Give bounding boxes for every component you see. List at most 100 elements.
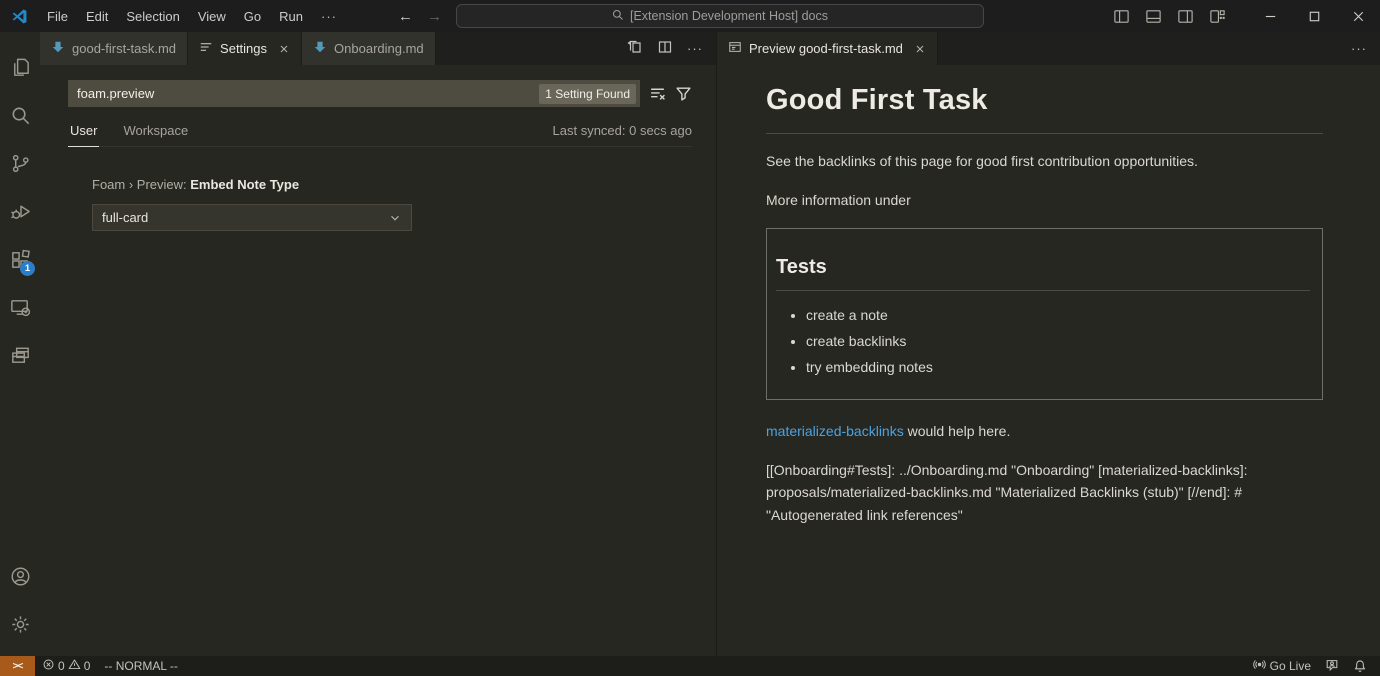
materialized-backlinks-link[interactable]: materialized-backlinks bbox=[766, 423, 904, 439]
embed-list: create a note create backlinks try embed… bbox=[776, 305, 1310, 378]
status-bar: >< 0 0 -- NORMAL -- Go Live bbox=[0, 656, 1380, 676]
preview-link-line: materialized-backlinks would help here. bbox=[766, 421, 1323, 442]
command-center-label: [Extension Development Host] docs bbox=[630, 9, 828, 23]
remote-icon: >< bbox=[13, 661, 23, 672]
notifications-bell-icon[interactable] bbox=[1346, 656, 1374, 676]
run-debug-icon[interactable] bbox=[0, 187, 40, 235]
status-bar-right: Go Live bbox=[1246, 656, 1380, 676]
remote-explorer-icon[interactable] bbox=[0, 283, 40, 331]
customize-layout-icon[interactable] bbox=[1209, 8, 1226, 25]
go-back-icon[interactable]: ← bbox=[398, 8, 413, 25]
preview-paragraph: See the backlinks of this page for good … bbox=[766, 151, 1323, 172]
setting-name: Embed Note Type bbox=[190, 177, 299, 192]
source-control-icon[interactable] bbox=[0, 139, 40, 187]
close-tab-icon[interactable] bbox=[914, 43, 926, 55]
windows-panel-icon[interactable] bbox=[0, 331, 40, 379]
maximize-button[interactable] bbox=[1292, 0, 1336, 32]
feedback-button[interactable] bbox=[1318, 656, 1346, 676]
settings-editor: foam.preview 1 Setting Found User Worksp… bbox=[40, 65, 716, 231]
list-item: create a note bbox=[806, 305, 1310, 326]
embedded-note-card: Tests create a note create backlinks try… bbox=[766, 228, 1323, 400]
accounts-icon[interactable] bbox=[0, 552, 40, 600]
remote-indicator[interactable]: >< bbox=[0, 656, 35, 676]
explorer-icon[interactable] bbox=[0, 43, 40, 91]
tab-preview-good-first-task[interactable]: Preview good-first-task.md bbox=[717, 32, 938, 65]
titlebar: File Edit Selection View Go Run ··· ← → … bbox=[0, 0, 1380, 32]
open-settings-json-icon[interactable] bbox=[627, 39, 643, 58]
settings-search-row: foam.preview 1 Setting Found bbox=[68, 80, 692, 107]
tab-label: Settings bbox=[220, 41, 267, 56]
filter-settings-icon[interactable] bbox=[675, 85, 692, 102]
problems-indicator[interactable]: 0 0 bbox=[35, 656, 97, 676]
minimize-button[interactable] bbox=[1248, 0, 1292, 32]
vscode-logo-icon bbox=[11, 8, 28, 25]
toggle-panel-icon[interactable] bbox=[1145, 8, 1162, 25]
right-editor-group: Preview good-first-task.md ··· Good Firs… bbox=[716, 32, 1380, 656]
clear-search-filters-icon[interactable] bbox=[649, 85, 666, 102]
command-center-search[interactable]: [Extension Development Host] docs bbox=[456, 4, 984, 28]
markdown-preview: Good First Task See the backlinks of thi… bbox=[717, 65, 1380, 526]
preview-paragraph: More information under bbox=[766, 190, 1323, 211]
search-view-icon[interactable] bbox=[0, 91, 40, 139]
last-synced-label: Last synced: 0 secs ago bbox=[553, 120, 692, 138]
extensions-badge: 1 bbox=[20, 261, 35, 276]
tab-label: Onboarding.md bbox=[334, 41, 424, 56]
right-editor-actions: ··· bbox=[1351, 32, 1380, 65]
markdown-preview-icon bbox=[728, 40, 742, 57]
close-window-button[interactable] bbox=[1336, 0, 1380, 32]
search-icon bbox=[612, 9, 624, 24]
tab-good-first-task[interactable]: good-first-task.md bbox=[40, 32, 188, 65]
list-item: create backlinks bbox=[806, 331, 1310, 352]
setting-embed-note-type: Foam › Preview: Embed Note Type full-car… bbox=[92, 177, 692, 231]
feedback-icon bbox=[1325, 658, 1339, 675]
history-nav: ← → bbox=[398, 0, 442, 32]
preview-title: Good First Task bbox=[766, 79, 1323, 134]
layout-controls bbox=[1113, 8, 1226, 25]
settings-search-input[interactable]: foam.preview 1 Setting Found bbox=[68, 80, 640, 107]
tab-label: Preview good-first-task.md bbox=[749, 41, 903, 56]
settings-gear-icon[interactable] bbox=[0, 600, 40, 648]
vim-mode-indicator[interactable]: -- NORMAL -- bbox=[97, 656, 185, 676]
embed-note-type-select[interactable]: full-card bbox=[92, 204, 412, 231]
scope-tab-workspace[interactable]: Workspace bbox=[121, 120, 190, 146]
menu-edit[interactable]: Edit bbox=[77, 9, 117, 24]
menu-more[interactable]: ··· bbox=[312, 9, 346, 24]
menu-file[interactable]: File bbox=[38, 9, 77, 24]
go-live-label: Go Live bbox=[1270, 659, 1311, 673]
settings-search-value: foam.preview bbox=[77, 86, 539, 101]
embed-heading: Tests bbox=[776, 252, 1310, 291]
setting-category: Foam › Preview: bbox=[92, 177, 190, 192]
tab-settings[interactable]: Settings bbox=[188, 32, 302, 65]
toggle-primary-sidebar-icon[interactable] bbox=[1113, 8, 1130, 25]
errors-icon bbox=[42, 658, 55, 674]
left-editor-actions: ··· bbox=[627, 32, 716, 65]
more-actions-icon[interactable]: ··· bbox=[1351, 41, 1367, 56]
link-references-text: [[Onboarding#Tests]: ../Onboarding.md "O… bbox=[766, 459, 1323, 527]
left-tab-bar: good-first-task.md Settings Onboarding.m… bbox=[40, 32, 716, 65]
markdown-file-icon bbox=[51, 40, 65, 57]
select-value: full-card bbox=[102, 210, 148, 225]
scope-tab-user[interactable]: User bbox=[68, 120, 99, 147]
menu-go[interactable]: Go bbox=[235, 9, 270, 24]
setting-label: Foam › Preview: Embed Note Type bbox=[92, 177, 692, 192]
window-controls bbox=[1113, 0, 1380, 32]
extensions-icon[interactable]: 1 bbox=[0, 235, 40, 283]
go-forward-icon[interactable]: → bbox=[427, 8, 442, 25]
menu-selection[interactable]: Selection bbox=[117, 9, 188, 24]
warnings-count: 0 bbox=[84, 659, 91, 673]
tab-onboarding[interactable]: Onboarding.md bbox=[302, 32, 436, 65]
broadcast-icon bbox=[1253, 658, 1266, 674]
menu-view[interactable]: View bbox=[189, 9, 235, 24]
left-editor-group: good-first-task.md Settings Onboarding.m… bbox=[40, 32, 716, 656]
menu-run[interactable]: Run bbox=[270, 9, 312, 24]
activity-bar-bottom bbox=[0, 552, 40, 648]
tab-label: good-first-task.md bbox=[72, 41, 176, 56]
go-live-button[interactable]: Go Live bbox=[1246, 656, 1318, 676]
list-item: try embedding notes bbox=[806, 357, 1310, 378]
more-actions-icon[interactable]: ··· bbox=[687, 41, 703, 56]
split-editor-icon[interactable] bbox=[657, 39, 673, 58]
link-line-rest: would help here. bbox=[904, 423, 1011, 439]
menu-bar: File Edit Selection View Go Run ··· bbox=[38, 9, 346, 24]
close-tab-icon[interactable] bbox=[278, 43, 290, 55]
toggle-secondary-sidebar-icon[interactable] bbox=[1177, 8, 1194, 25]
